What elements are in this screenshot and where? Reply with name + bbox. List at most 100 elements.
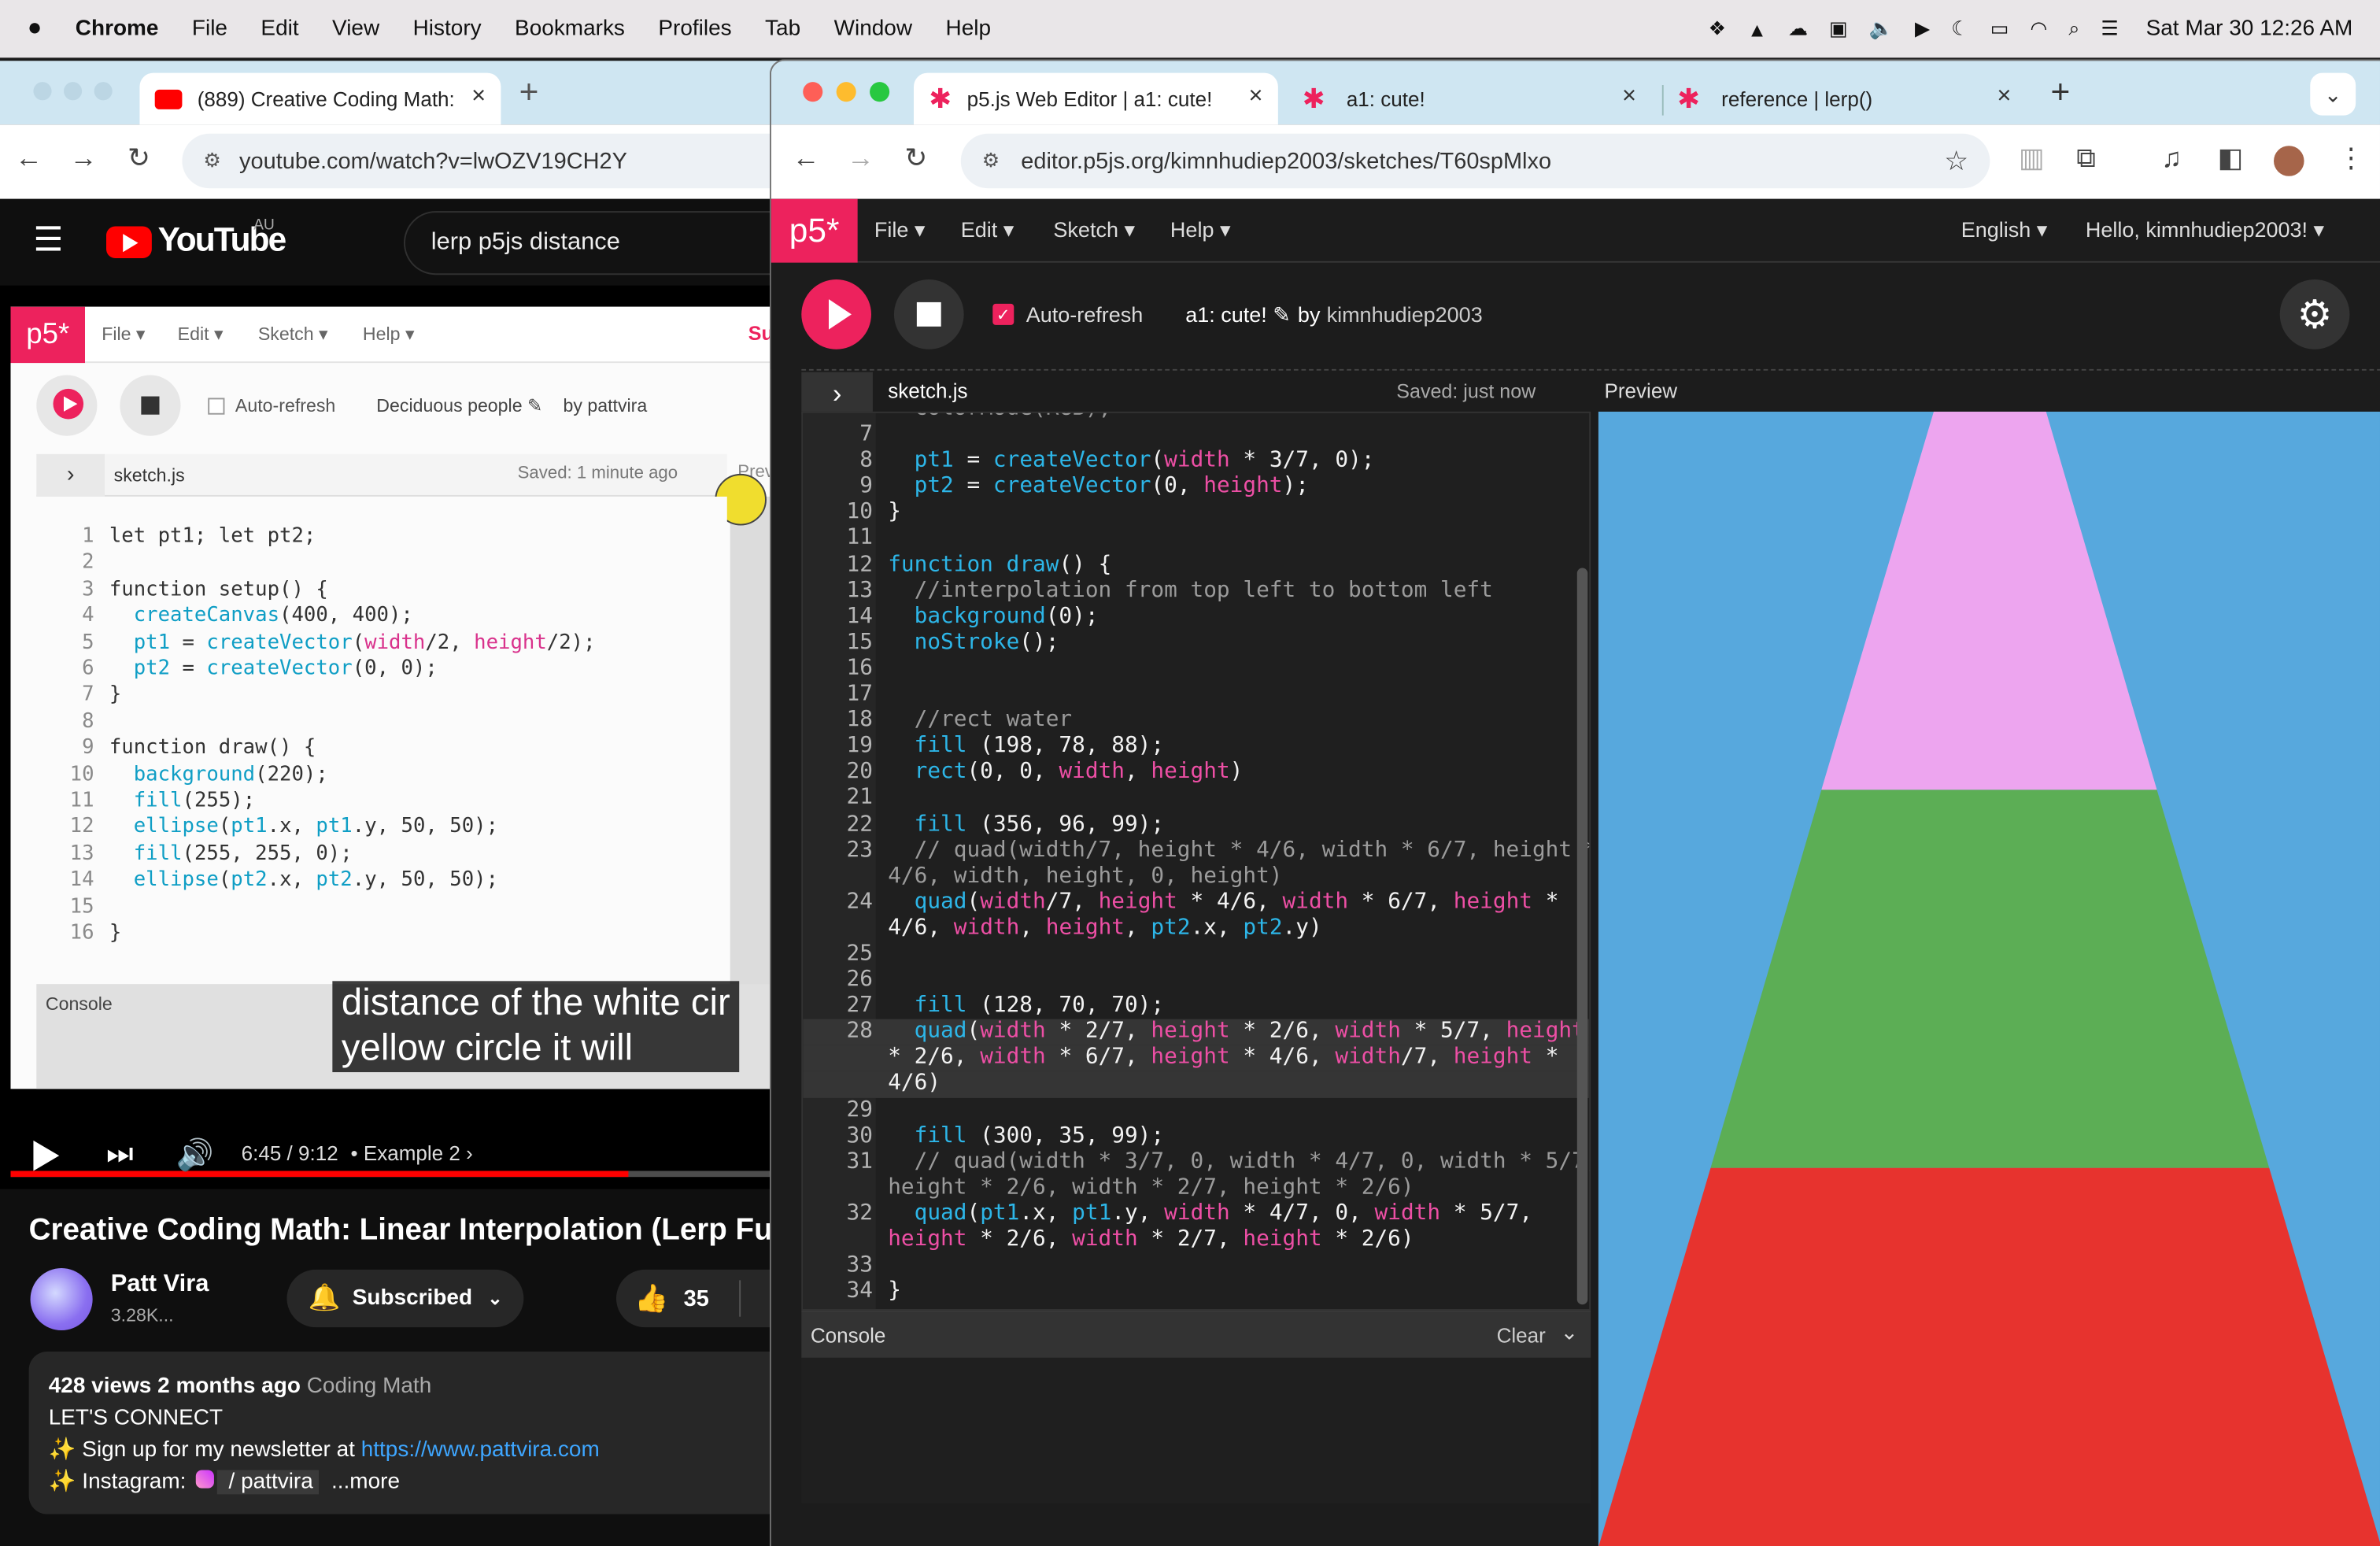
menu-tab[interactable]: Tab <box>748 17 818 41</box>
media-icon[interactable]: ♫ <box>2161 142 2182 175</box>
code-line[interactable]: 4/6, width, height, pt2.x, pt2.y) <box>803 915 1589 941</box>
chapter-label[interactable]: • Example 2 › <box>350 1142 472 1165</box>
side-panel-icon[interactable]: ◧ <box>2218 142 2244 175</box>
p5-menu-sketch[interactable]: Sketch ▾ <box>1053 217 1135 243</box>
code-line[interactable]: 34} <box>803 1279 1589 1305</box>
address-bar[interactable]: ⚙ youtube.com/watch?v=lwOZV19CH2Y <box>182 133 850 189</box>
forward-icon[interactable]: → <box>847 142 874 175</box>
drive-icon[interactable]: ▲ <box>1747 17 1767 40</box>
volume-icon[interactable]: 🔈 <box>1869 17 1894 41</box>
console-clear-button[interactable]: Clear <box>1497 1324 1546 1347</box>
code-line[interactable]: 7} <box>36 682 726 709</box>
profile-avatar[interactable] <box>2273 146 2304 176</box>
menu-view[interactable]: View <box>316 17 397 41</box>
control-center-icon[interactable]: ☰ <box>2101 17 2118 41</box>
code-line[interactable]: 19 fill (198, 78, 88); <box>803 734 1589 760</box>
code-line[interactable]: 8 pt1 = createVector(width * 3/7, 0); <box>803 448 1589 474</box>
code-line[interactable]: 10 background(220); <box>36 762 726 789</box>
play-status-icon[interactable]: ▶ <box>1915 17 1930 41</box>
code-line[interactable]: 28 quad(width * 2/7, height * 2/6, width… <box>803 1019 1590 1046</box>
hashtag[interactable]: Coding Math <box>307 1374 432 1399</box>
menu-history[interactable]: History <box>396 17 497 41</box>
p5-logo[interactable]: p5* <box>771 198 858 263</box>
code-line[interactable]: * 2/6, width * 6/7, height * 4/6, width/… <box>803 1045 1590 1071</box>
sidebar-toggle-icon[interactable]: › <box>801 372 873 415</box>
code-line[interactable]: 4/6, width, height, 0, height) <box>803 864 1589 890</box>
code-line[interactable]: height * 2/6, width * 2/7, height * 2/6) <box>803 1227 1589 1253</box>
stop-button[interactable] <box>893 279 964 350</box>
close-tab-icon[interactable]: × <box>1249 83 1263 111</box>
subscribe-button[interactable]: 🔔 Subscribed ⌄ <box>286 1269 524 1328</box>
language-select[interactable]: English ▾ <box>1961 217 2048 243</box>
editor-scrollbar[interactable] <box>1576 568 1588 1305</box>
creative-cloud-icon[interactable]: ☁ <box>1788 17 1808 41</box>
channel-name[interactable]: Patt Vira <box>111 1271 209 1299</box>
code-line[interactable]: 13 //interpolation from top left to bott… <box>803 578 1589 604</box>
code-line[interactable]: 5 pt1 = createVector(width/2, height/2); <box>36 630 726 656</box>
hamburger-menu-icon[interactable]: ☰ <box>33 220 63 260</box>
video-player[interactable]: p5* File ▾ Edit ▾ Sketch ▾ Help ▾ Su Aut… <box>0 285 850 1189</box>
preview-canvas[interactable] <box>1598 411 2380 1546</box>
sketch-author-link[interactable]: kimnhudiep2003 <box>1327 302 1483 327</box>
code-line[interactable]: 24 quad(width/7, height * 4/6, width * 6… <box>803 890 1589 915</box>
code-line[interactable]: 16 <box>803 656 1589 682</box>
search-icon[interactable]: ⌕ <box>2068 17 2079 41</box>
code-line[interactable]: 25 <box>803 941 1589 967</box>
datetime[interactable]: Sat Mar 30 12:26 AM <box>2146 17 2353 41</box>
next-icon[interactable]: ⏭ <box>106 1137 134 1172</box>
menu-bookmarks[interactable]: Bookmarks <box>498 17 641 41</box>
code-line[interactable]: 33 <box>803 1253 1589 1279</box>
code-line[interactable]: 21 <box>803 786 1589 812</box>
code-line[interactable]: 15 noStroke(); <box>803 630 1589 656</box>
code-line[interactable]: 7 <box>803 423 1589 449</box>
p5-menu-help[interactable]: Help ▾ <box>1170 217 1231 243</box>
code-line[interactable]: 14 ellipse(pt2.x, pt2.y, 50, 50); <box>36 867 726 894</box>
code-line[interactable]: 4 createCanvas(400, 400); <box>36 603 726 630</box>
code-line[interactable]: 14 background(0); <box>803 604 1589 630</box>
extensions-icon[interactable]: ⧉ <box>2076 142 2096 175</box>
tab-youtube[interactable]: (889) Creative Coding Math: I × <box>139 72 501 125</box>
sketch-name[interactable]: a1: cute! ✎ <box>1185 302 1291 328</box>
new-tab-button[interactable]: + <box>2050 73 2070 113</box>
play-icon[interactable] <box>33 1140 60 1171</box>
file-tab[interactable]: sketch.js <box>888 379 967 402</box>
code-line[interactable]: 16} <box>36 920 726 947</box>
channel-avatar[interactable] <box>30 1267 93 1331</box>
menu-profiles[interactable]: Profiles <box>641 17 748 41</box>
wifi-icon[interactable]: ◠ <box>2030 17 2047 41</box>
address-bar[interactable]: ⚙ editor.p5js.org/kimnhudiep2003/sketche… <box>960 133 1990 189</box>
app-menu[interactable]: Chrome <box>59 17 176 41</box>
code-line[interactable]: 17 <box>803 682 1589 708</box>
menu-help[interactable]: Help <box>929 17 1007 41</box>
tab-a1-cute[interactable]: ✱ a1: cute! × <box>1287 73 1651 125</box>
menu-window[interactable]: Window <box>817 17 929 41</box>
close-tab-icon[interactable]: × <box>1997 83 2011 111</box>
code-line[interactable]: 8 <box>36 709 726 736</box>
tab-reference-lerp[interactable]: ✱ reference | lerp() × <box>1662 73 2027 125</box>
apple-menu-icon[interactable]: ● <box>0 15 59 43</box>
user-menu[interactable]: Hello, kimnhudiep2003! ▾ <box>2086 217 2324 243</box>
close-tab-icon[interactable]: × <box>471 83 486 111</box>
settings-button[interactable]: ⚙ <box>2279 279 2350 350</box>
figma-icon[interactable]: ❖ <box>1709 17 1726 41</box>
minimize-window-icon[interactable] <box>836 82 856 102</box>
description-box[interactable]: 428 views 2 months ago Coding Math LET'S… <box>28 1352 850 1515</box>
site-info-icon[interactable]: ⚙ <box>203 149 220 173</box>
code-line[interactable]: 12 ellipse(pt1.x, pt1.y, 50, 50); <box>36 815 726 841</box>
back-icon[interactable]: ← <box>793 142 820 175</box>
reading-mode-icon[interactable]: ▥ <box>2019 142 2045 175</box>
code-line[interactable]: height * 2/6, width * 2/7, height * 2/6) <box>803 1175 1589 1201</box>
code-line[interactable]: 13 fill(255, 255, 0); <box>36 841 726 868</box>
code-line[interactable]: 1 let pt1; let pt2; <box>36 524 726 551</box>
code-line[interactable]: 10} <box>803 500 1589 526</box>
console-collapse-icon[interactable]: ⌄ <box>1561 1320 1579 1346</box>
new-tab-button[interactable]: + <box>519 73 539 113</box>
p5-menu-edit[interactable]: Edit ▾ <box>961 217 1014 243</box>
code-line[interactable]: 2 <box>36 550 726 577</box>
chrome-menu-icon[interactable]: ⋮ <box>2338 142 2365 175</box>
code-line[interactable]: 32 quad(pt1.x, pt1.y, width * 4/7, 0, wi… <box>803 1201 1589 1227</box>
reload-icon[interactable]: ↻ <box>128 142 150 175</box>
volume-icon[interactable]: 🔊 <box>176 1136 214 1174</box>
calendar-icon[interactable]: ▣ <box>1829 17 1848 41</box>
code-line[interactable]: 22 fill (356, 96, 99); <box>803 812 1589 838</box>
